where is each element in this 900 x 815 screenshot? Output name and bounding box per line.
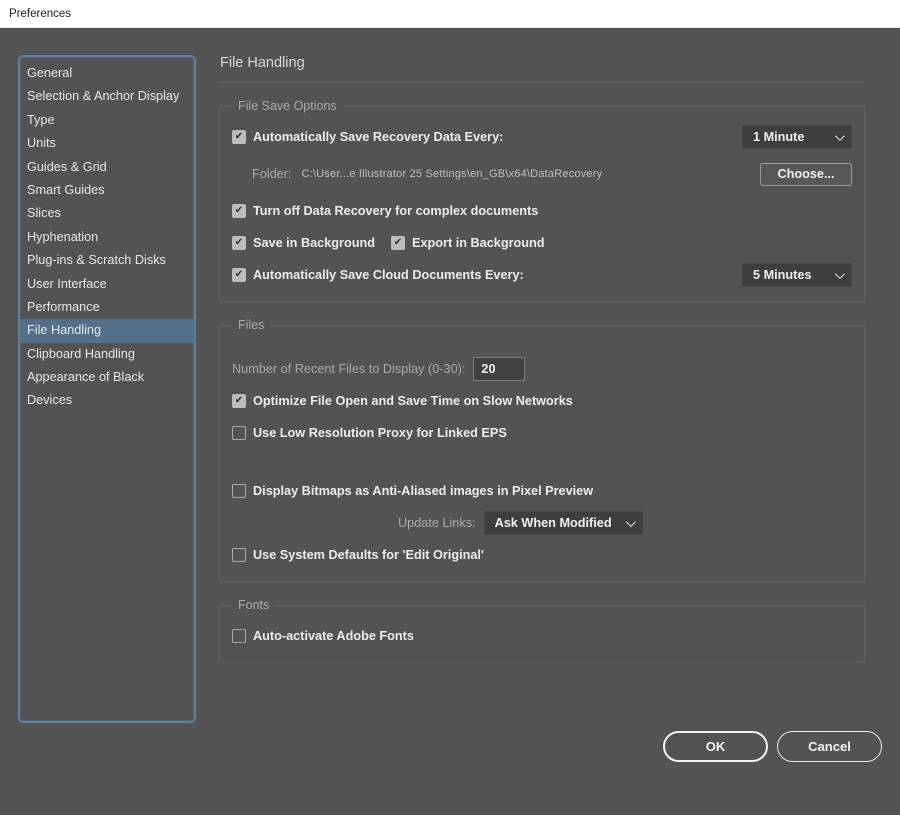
update-links-select[interactable]: Ask When Modified (483, 511, 643, 535)
sidebar-item-file-handling[interactable]: File Handling (20, 319, 194, 343)
sidebar-item-performance[interactable]: Performance (20, 296, 194, 319)
dialog-actions: OK Cancel (219, 731, 882, 762)
ok-button[interactable]: OK (663, 731, 768, 762)
turn-off-recovery-row: Turn off Data Recovery for complex docum… (232, 199, 852, 223)
cloud-interval-select[interactable]: 5 Minutes (742, 263, 852, 287)
cloud-interval-value: 5 Minutes (753, 268, 812, 282)
sidebar-item-units[interactable]: Units (20, 132, 194, 155)
auto-activate-fonts-row: Auto-activate Adobe Fonts (232, 624, 852, 648)
recovery-interval-select[interactable]: 1 Minute (742, 125, 852, 149)
recent-files-input[interactable] (473, 357, 526, 381)
page-title: File Handling (219, 55, 865, 83)
update-links-value: Ask When Modified (494, 516, 612, 530)
sidebar-item-hyphenation[interactable]: Hyphenation (20, 226, 194, 249)
display-bitmaps-row: Display Bitmaps as Anti-Aliased images i… (232, 479, 852, 503)
recovery-interval-value: 1 Minute (753, 130, 805, 144)
system-defaults-row: Use System Defaults for 'Edit Original' (232, 543, 852, 567)
chevron-down-icon (625, 516, 636, 527)
recovery-folder-path: C:\User...e Illustrator 25 Settings\en_G… (301, 168, 603, 180)
checkbox-icon (232, 204, 246, 218)
auto-save-cloud-label: Automatically Save Cloud Documents Every… (253, 268, 524, 282)
group-files-title: Files (238, 318, 265, 332)
group-fonts: Fonts Auto-activate Adobe Fonts (219, 598, 865, 663)
checkbox-icon (232, 629, 246, 643)
turn-off-recovery-checkbox[interactable]: Turn off Data Recovery for complex docum… (232, 204, 538, 218)
export-in-background-checkbox[interactable]: Export in Background (390, 236, 545, 250)
save-in-background-label: Save in Background (253, 236, 375, 250)
auto-save-cloud-checkbox[interactable]: Automatically Save Cloud Documents Every… (232, 268, 524, 282)
group-file-save-options: File Save Options Automatically Save Rec… (219, 99, 865, 302)
update-links-row: Update Links: Ask When Modified (398, 511, 852, 535)
background-row: Save in Background Export in Background (232, 231, 852, 255)
auto-activate-fonts-label: Auto-activate Adobe Fonts (253, 629, 414, 643)
low-res-proxy-label: Use Low Resolution Proxy for Linked EPS (253, 426, 507, 440)
auto-save-recovery-checkbox[interactable]: Automatically Save Recovery Data Every: (232, 130, 503, 144)
optimize-network-row: Optimize File Open and Save Time on Slow… (232, 389, 852, 413)
system-defaults-checkbox[interactable]: Use System Defaults for 'Edit Original' (232, 548, 484, 562)
choose-folder-button[interactable]: Choose... (760, 162, 852, 186)
update-links-label: Update Links: (398, 516, 476, 530)
recovery-folder-row: Folder: C:\User...e Illustrator 25 Setti… (232, 162, 852, 186)
auto-activate-fonts-checkbox[interactable]: Auto-activate Adobe Fonts (232, 629, 414, 643)
checkbox-icon (232, 268, 246, 282)
sidebar-item-clipboard-handling[interactable]: Clipboard Handling (20, 343, 194, 366)
sidebar-item-general[interactable]: General (20, 62, 194, 85)
sidebar-item-plugins-scratch-disks[interactable]: Plug-ins & Scratch Disks (20, 249, 194, 272)
auto-save-recovery-label: Automatically Save Recovery Data Every: (253, 130, 504, 144)
low-res-proxy-checkbox[interactable]: Use Low Resolution Proxy for Linked EPS (232, 426, 507, 440)
optimize-network-checkbox[interactable]: Optimize File Open and Save Time on Slow… (232, 394, 573, 408)
sidebar-item-devices[interactable]: Devices (20, 389, 194, 412)
sidebar-item-smart-guides[interactable]: Smart Guides (20, 179, 194, 202)
recent-files-label: Number of Recent Files to Display (0-30)… (232, 362, 466, 376)
preferences-sidebar: General Selection & Anchor Display Type … (18, 55, 196, 723)
checkbox-icon (232, 484, 246, 498)
export-in-background-label: Export in Background (411, 236, 545, 250)
auto-save-cloud-row: Automatically Save Cloud Documents Every… (232, 263, 852, 287)
checkbox-icon (390, 236, 405, 250)
low-res-proxy-row: Use Low Resolution Proxy for Linked EPS (232, 421, 852, 445)
display-bitmaps-label: Display Bitmaps as Anti-Aliased images i… (253, 484, 594, 498)
auto-save-recovery-row: Automatically Save Recovery Data Every: … (232, 125, 852, 149)
checkbox-icon (232, 426, 246, 440)
window-titlebar: Preferences (0, 0, 900, 28)
sidebar-item-appearance-of-black[interactable]: Appearance of Black (20, 366, 194, 389)
sidebar-item-selection-anchor-display[interactable]: Selection & Anchor Display (20, 85, 194, 108)
optimize-network-label: Optimize File Open and Save Time on Slow… (253, 394, 573, 408)
chevron-down-icon (834, 130, 845, 141)
file-handling-panel: File Handling File Save Options Automati… (219, 55, 882, 762)
cancel-button[interactable]: Cancel (777, 731, 882, 762)
sidebar-item-guides-grid[interactable]: Guides & Grid (20, 156, 194, 179)
folder-label: Folder: (252, 167, 292, 181)
group-fonts-title: Fonts (238, 598, 270, 612)
sidebar-item-type[interactable]: Type (20, 109, 194, 132)
system-defaults-label: Use System Defaults for 'Edit Original' (253, 548, 484, 562)
group-files: Files Number of Recent Files to Display … (219, 318, 865, 582)
sidebar-item-slices[interactable]: Slices (20, 202, 194, 225)
turn-off-recovery-label: Turn off Data Recovery for complex docum… (253, 204, 539, 218)
checkbox-icon (232, 130, 246, 144)
save-in-background-checkbox[interactable]: Save in Background (232, 236, 375, 250)
recent-files-row: Number of Recent Files to Display (0-30)… (232, 357, 852, 381)
display-bitmaps-checkbox[interactable]: Display Bitmaps as Anti-Aliased images i… (232, 484, 593, 498)
checkbox-icon (232, 548, 246, 562)
window-title: Preferences (9, 7, 72, 20)
sidebar-item-user-interface[interactable]: User Interface (20, 273, 194, 296)
chevron-down-icon (834, 268, 845, 279)
group-file-save-options-title: File Save Options (238, 99, 337, 113)
checkbox-icon (232, 236, 246, 250)
checkbox-icon (232, 394, 246, 408)
preferences-dialog: General Selection & Anchor Display Type … (0, 28, 900, 815)
